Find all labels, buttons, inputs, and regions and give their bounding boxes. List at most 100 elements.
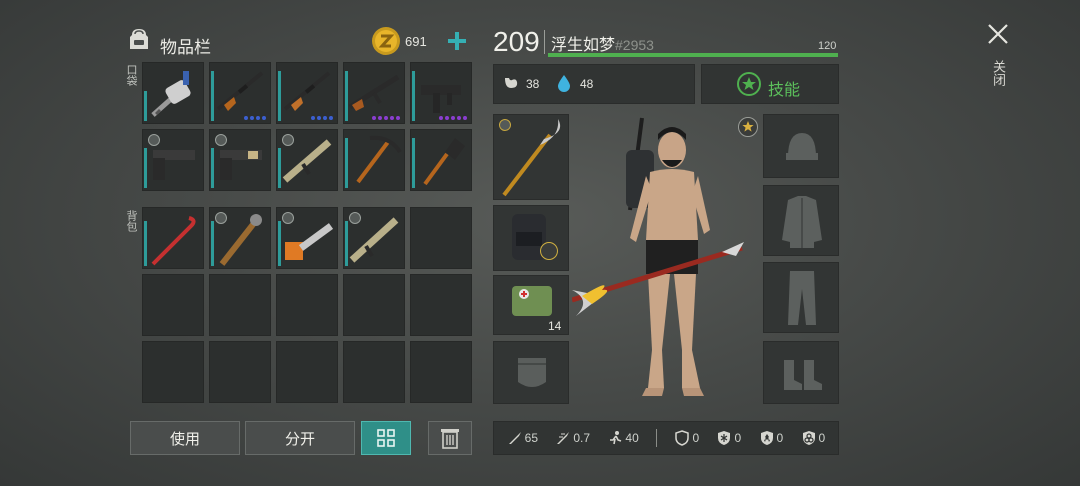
backpack-slot-empty[interactable] [276,341,338,403]
player-name-text: 浮生如梦 [551,37,616,54]
pickaxe-icon [356,135,402,184]
backpack-slot-chainsaw[interactable] [276,207,338,269]
tactical-backpack-icon [512,214,546,260]
stats-bar: 65 0.7 40 0 0 0 0 [493,421,839,455]
star-icon [742,121,754,132]
backpack-slot-crowbar[interactable] [142,207,204,269]
feet-slot[interactable] [763,341,839,404]
fast-sword-icon [557,432,570,444]
item-count: 14 [548,319,562,333]
backpack-slot-empty[interactable] [343,341,405,403]
star-badge-icon [737,72,761,101]
star-badge-icon [540,242,558,260]
camo-rifle-icon [282,139,332,183]
running-icon [610,431,622,445]
water-drop-icon [557,74,571,97]
backpack-slot-empty[interactable] [142,274,204,336]
close-icon [988,24,1008,44]
backpack-slot-empty[interactable] [209,274,271,336]
food-value: 38 [526,77,540,91]
player-tag: #2953 [615,37,654,53]
cold-resist-value: 0 [734,431,742,445]
shovel-icon [423,138,465,186]
glaive-icon [502,119,561,197]
backpack-icon [126,26,152,52]
use-button[interactable]: 使用 [130,421,240,455]
backpack-slot-empty[interactable] [410,341,472,403]
backpack-slot-camo-rifle[interactable] [343,207,405,269]
level-divider [544,30,545,54]
hp-bar [548,53,838,57]
boots-icon [784,360,822,390]
radiation-resist-stat: 0 [759,430,784,446]
sort-button[interactable] [361,421,411,455]
jacket-icon [782,196,822,248]
move-speed-stat: 40 [607,430,639,446]
armor-stat: 0 [674,430,699,446]
backpack-slot-empty[interactable] [142,341,204,403]
character-model [571,110,760,405]
pocket-slot-pickaxe[interactable] [343,129,405,191]
pocket-slot-pistol-a[interactable] [142,129,204,191]
skills-label: 技能 [768,82,801,99]
camo-rifle-icon [349,217,399,263]
head-slot[interactable] [763,114,839,178]
stomach-icon [502,74,520,97]
trash-icon [441,429,459,449]
coin-icon [371,26,401,56]
chainsaw-icon [285,223,334,260]
pocket-slot-pistol-b[interactable] [209,129,271,191]
backpack-slot-empty[interactable] [410,274,472,336]
pocket-slot-rifle-a[interactable] [209,62,271,124]
trash-button[interactable] [428,421,472,455]
backpack-equip-slot[interactable] [493,205,569,271]
crowbar-icon [151,216,196,266]
backpack-slot-empty[interactable] [343,274,405,336]
armor-shield-icon [675,430,690,446]
legs-slot[interactable] [763,262,839,333]
weapon-slot[interactable] [493,114,569,200]
cold-resist-stat: 0 [716,430,741,446]
poison-resist-stat: 0 [801,430,825,446]
consumable-slot[interactable]: 14 [493,275,569,335]
backpack-label: 背包 [125,210,137,232]
pistol-icon [220,150,262,180]
backpack-slot-bat[interactable] [209,207,271,269]
attack-speed-value: 0.7 [573,431,591,445]
pocket-icon [518,358,546,387]
radiation-resist-value: 0 [776,431,784,445]
body-slot[interactable] [763,185,839,256]
stats-divider [656,429,658,447]
character-star-badge[interactable] [738,117,758,137]
rarity-dots [311,116,333,120]
add-coins-button[interactable] [446,30,468,52]
pocket-slot-rifle-b[interactable] [276,62,338,124]
close-button[interactable] [986,22,1010,46]
close-label[interactable]: 关闭 [990,60,1006,86]
grid-icon [377,429,395,447]
attack-speed-stat: 0.7 [555,430,590,446]
pocket-slot-ak[interactable] [343,62,405,124]
biohazard-shield-icon [802,431,815,445]
backpack-slot-empty[interactable] [209,341,271,403]
beanie-icon [786,133,818,160]
rarity-dots [439,116,467,120]
backpack-slot-empty[interactable] [410,207,472,269]
pocket-slot-camo-rifle[interactable] [276,129,338,191]
sword-icon [508,432,521,444]
backpack-slot-empty[interactable] [276,274,338,336]
pocket-slot-shovel[interactable] [410,129,472,191]
pocket-equip-slot[interactable] [493,341,569,404]
player-level: 209 [493,26,540,57]
coin-count: 691 [405,34,427,49]
armor-value: 0 [692,431,700,445]
rarity-dots [244,116,266,120]
move-speed-value: 40 [625,431,639,445]
pocket-slot-smg[interactable] [410,62,472,124]
radiation-shield-icon [760,431,773,445]
inventory-title: 物品栏 [160,38,211,57]
player-name: 浮生如梦#2953 [551,31,654,55]
pocket-slot-drill[interactable] [142,62,204,124]
drill-icon [151,71,191,117]
split-button[interactable]: 分开 [245,421,355,455]
